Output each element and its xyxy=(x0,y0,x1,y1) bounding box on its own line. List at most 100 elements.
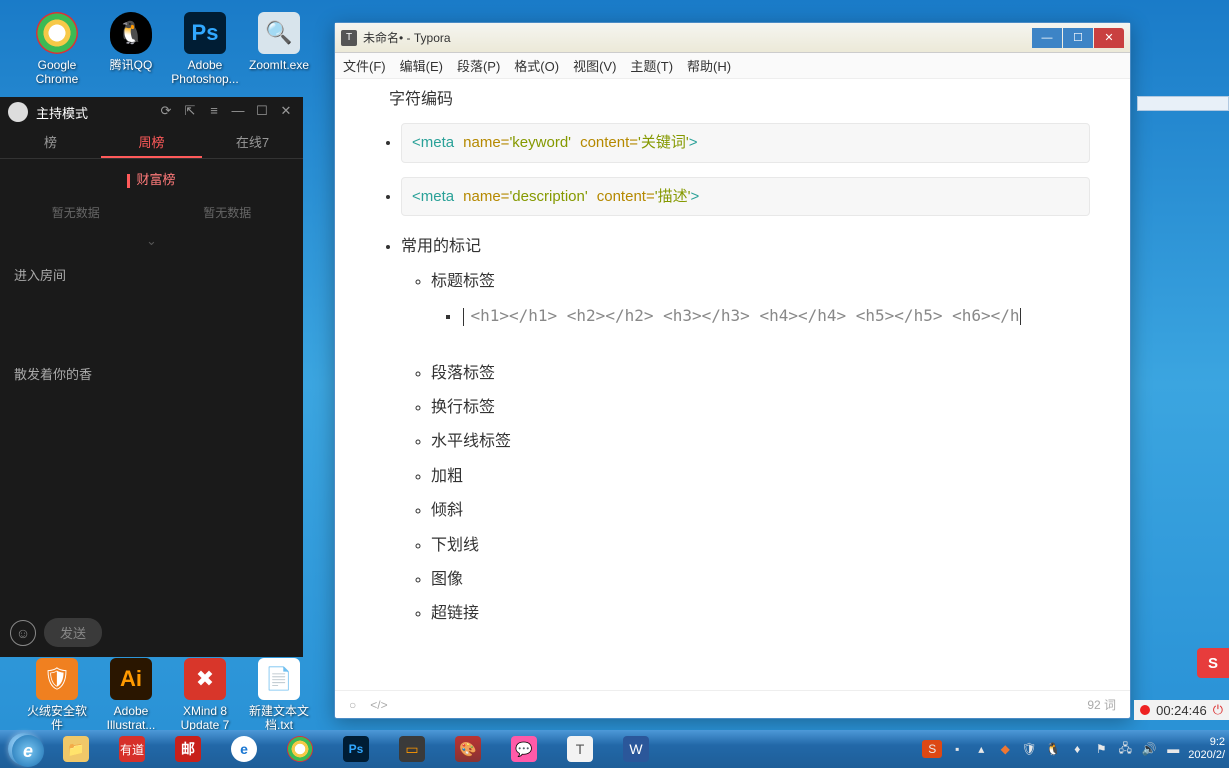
tab-rank-partial[interactable]: 榜 xyxy=(0,127,101,158)
close-icon[interactable]: ✕ xyxy=(277,103,295,121)
taskbar-item-explorer[interactable]: 📁 xyxy=(50,733,102,765)
menu-icon[interactable]: ≡ xyxy=(205,103,223,121)
sogou-ime-icon[interactable]: S xyxy=(922,740,942,758)
tray-icon[interactable]: ▪ xyxy=(948,740,966,758)
list-item-para: 段落标签 xyxy=(431,359,1090,389)
outline-toggle-icon[interactable]: ○ xyxy=(349,698,356,712)
menu-theme[interactable]: 主题(T) xyxy=(630,56,673,75)
source-mode-icon[interactable]: </> xyxy=(370,698,387,712)
app-icon: 💬 xyxy=(511,736,537,762)
recording-indicator[interactable]: 00:24:46 ⏻ xyxy=(1134,700,1229,720)
xmind-icon: ✖ xyxy=(184,658,226,700)
desktop-icon-newtxt[interactable]: 📄 新建文本文档.txt xyxy=(244,658,314,733)
tray-icon[interactable]: 🛡 xyxy=(1020,740,1038,758)
network-icon[interactable]: 🖧 xyxy=(1116,740,1134,758)
send-button[interactable]: 发送 xyxy=(44,618,102,647)
window-title: 未命名• - Typora xyxy=(363,29,1032,46)
photoshop-icon: Ps xyxy=(343,736,369,762)
sogou-badge[interactable]: S xyxy=(1197,648,1229,678)
list-item-hr: 水平线标签 xyxy=(431,427,1090,457)
taskbar-item-mail[interactable]: 邮 xyxy=(162,733,214,765)
quick-launch-ie[interactable]: e xyxy=(12,735,44,767)
shield-icon: 🛡 xyxy=(36,658,78,700)
no-data-right: 暂无数据 xyxy=(152,204,304,221)
system-tray: S ▪ ▴ ◆ 🛡 🐧 ♦ ⚑ 🖧 🔊 ▬ 9:2 2020/2/ xyxy=(922,736,1229,762)
taskbar-item-app1[interactable]: 🎨 xyxy=(442,733,494,765)
external-icon[interactable]: ⇱ xyxy=(181,103,199,121)
tray-icon[interactable]: ◆ xyxy=(996,740,1014,758)
typora-app-icon: T xyxy=(341,30,357,46)
desktop-icon-zoomit[interactable]: 🔍 ZoomIt.exe xyxy=(244,12,314,72)
menu-view[interactable]: 视图(V) xyxy=(573,56,616,75)
emoji-icon[interactable]: ☺ xyxy=(10,620,36,646)
avatar-icon xyxy=(8,102,28,122)
no-data-left: 暂无数据 xyxy=(0,204,152,221)
typora-menubar: 文件(F) 编辑(E) 段落(P) 格式(O) 视图(V) 主题(T) 帮助(H… xyxy=(335,53,1130,79)
battery-icon[interactable]: ▬ xyxy=(1164,740,1182,758)
list-item-title-tag: 标题标签 <h1></h1> <h2></h2> <h3></h3> <h4><… xyxy=(431,267,1090,333)
minimize-icon[interactable]: — xyxy=(229,103,247,121)
chrome-icon xyxy=(36,12,78,54)
tray-qq-icon[interactable]: 🐧 xyxy=(1044,740,1062,758)
tray-up-icon[interactable]: ▴ xyxy=(972,740,990,758)
enter-room-text: 进入房间 xyxy=(14,265,289,284)
code-block-meta-keyword: <meta name='keyword' content='关键词'> xyxy=(401,123,1090,163)
word-count[interactable]: 92 词 xyxy=(1087,696,1116,713)
photoshop-icon: Ps xyxy=(184,12,226,54)
maximize-icon[interactable]: ☐ xyxy=(253,103,271,121)
desktop-icon-photoshop[interactable]: Ps Adobe Photoshop... xyxy=(170,12,240,87)
illustrator-icon: Ai xyxy=(110,658,152,700)
list-item-common-tags: 常用的标记 标题标签 <h1></h1> <h2></h2> <h3></h3>… xyxy=(401,232,1090,629)
taskbar-item-chrome[interactable] xyxy=(274,733,326,765)
text-file-icon: 📄 xyxy=(258,658,300,700)
menu-help[interactable]: 帮助(H) xyxy=(687,56,731,75)
typora-titlebar[interactable]: T 未命名• - Typora — ☐ ✕ xyxy=(335,23,1130,53)
window-maximize-button[interactable]: ☐ xyxy=(1063,28,1093,48)
list-item: <meta name='keyword' content='关键词'> xyxy=(401,123,1090,163)
menu-paragraph[interactable]: 段落(P) xyxy=(457,56,500,75)
youdao-icon: 有道 xyxy=(119,736,145,762)
list-item-bold: 加粗 xyxy=(431,462,1090,492)
menu-file[interactable]: 文件(F) xyxy=(343,56,386,75)
host-panel-title: 主持模式 xyxy=(36,103,151,122)
taskbar-item-youdao[interactable]: 有道 xyxy=(106,733,158,765)
editor-content[interactable]: 字符编码 <meta name='keyword' content='关键词'>… xyxy=(335,79,1130,690)
flag-icon[interactable]: ⚑ xyxy=(1092,740,1110,758)
window-minimize-button[interactable]: — xyxy=(1032,28,1062,48)
menu-format[interactable]: 格式(O) xyxy=(514,56,559,75)
chat-line: 散发着你的香 xyxy=(14,364,289,383)
desktop-icon-chrome[interactable]: Google Chrome xyxy=(22,12,92,87)
edge-icon: e xyxy=(231,736,257,762)
wealth-rank-heading: 财富榜 xyxy=(0,159,303,198)
taskbar-item-word[interactable]: W xyxy=(610,733,662,765)
word-icon: W xyxy=(623,736,649,762)
record-dot-icon xyxy=(1140,705,1150,715)
volume-icon[interactable]: 🔊 xyxy=(1140,740,1158,758)
refresh-icon[interactable]: ⟳ xyxy=(157,103,175,121)
typora-icon: T xyxy=(567,736,593,762)
tab-week-rank[interactable]: 周榜 xyxy=(101,127,202,158)
chat-input-bar: ☺ 发送 xyxy=(10,618,293,647)
window-close-button[interactable]: ✕ xyxy=(1094,28,1124,48)
tray-icon[interactable]: ♦ xyxy=(1068,740,1086,758)
power-icon[interactable]: ⏻ xyxy=(1213,702,1223,718)
qq-icon: 🐧 xyxy=(110,12,152,54)
sublime-icon: ▭ xyxy=(399,736,425,762)
desktop-icon-illustrator[interactable]: Ai Adobe Illustrat... xyxy=(96,658,166,733)
tab-online[interactable]: 在线7 xyxy=(202,127,303,158)
taskbar-item-typora[interactable]: T xyxy=(554,733,606,765)
taskbar-item-sublime[interactable]: ▭ xyxy=(386,733,438,765)
chevron-down-icon[interactable]: ⌄ xyxy=(0,227,303,255)
desktop-icon-qq[interactable]: 🐧 腾讯QQ xyxy=(96,12,166,72)
host-body: 进入房间 散发着你的香 xyxy=(0,255,303,473)
menu-edit[interactable]: 编辑(E) xyxy=(400,56,443,75)
taskbar-item-edge[interactable]: e xyxy=(218,733,270,765)
list-item: <meta name='description' content='描述'> xyxy=(401,177,1090,217)
clock[interactable]: 9:2 2020/2/ xyxy=(1188,736,1225,762)
taskbar-item-app2[interactable]: 💬 xyxy=(498,733,550,765)
desktop-icon-xmind[interactable]: ✖ XMind 8 Update 7 xyxy=(170,658,240,733)
desktop-icon-huorong[interactable]: 🛡 火绒安全软件 xyxy=(22,658,92,733)
taskbar-item-photoshop[interactable]: Ps xyxy=(330,733,382,765)
desktop: Google Chrome 🐧 腾讯QQ Ps Adobe Photoshop.… xyxy=(0,0,1229,730)
list-item-link: 超链接 xyxy=(431,599,1090,629)
